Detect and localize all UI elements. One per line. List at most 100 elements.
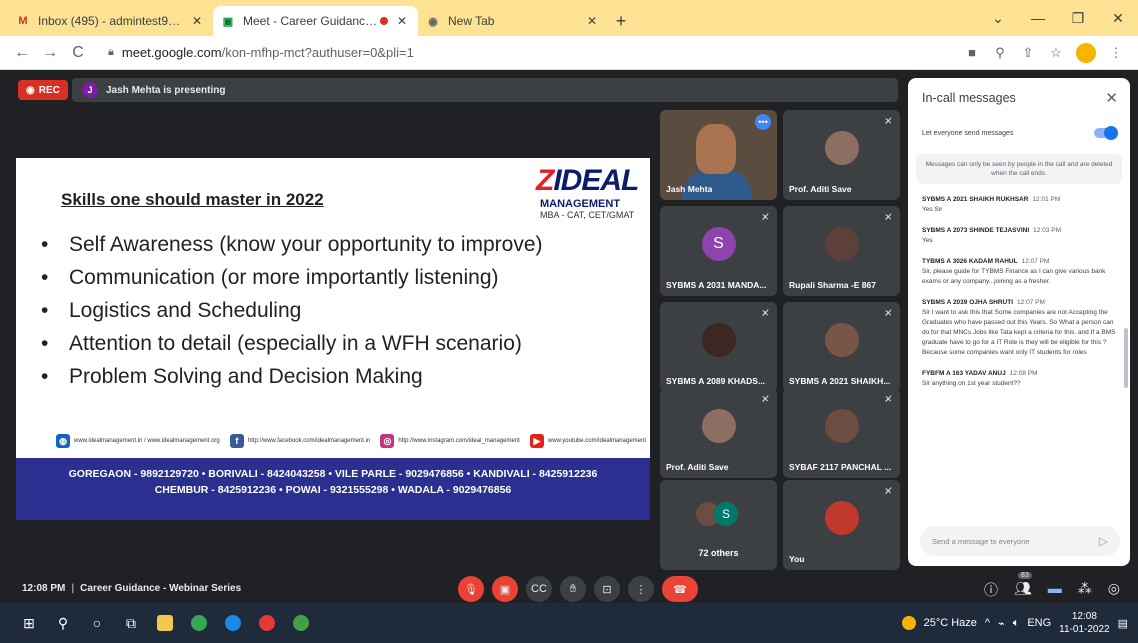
chrome-profile-icon[interactable] [250,603,284,643]
chat-icon[interactable]: ▬ [1048,580,1062,600]
more-options-icon[interactable]: ••• [755,114,771,130]
clock[interactable]: 12:08 11-01-2022 [1059,610,1109,636]
url-host: meet.google.com [121,45,222,60]
file-explorer-icon[interactable] [148,603,182,643]
bookmark-star-icon[interactable]: ☆ [1042,45,1070,61]
host-controls-icon[interactable]: ◎ [1108,580,1120,600]
message-input[interactable]: Send a message to everyone ▷ [920,526,1120,556]
more-options-button[interactable]: ⋮ [628,576,654,602]
address-bar[interactable]: 🔒︎ meet.google.com /kon-mfhp-mct?authuse… [100,39,950,66]
others-tile[interactable]: S 72 others [660,480,777,570]
instagram-icon: ◎ [380,434,395,448]
close-tab-icon[interactable]: ✕ [394,14,410,28]
tab-new-tab[interactable]: ◉ New Tab ✕ [418,6,608,36]
volume-icon[interactable]: 🔈︎ [1013,617,1020,630]
presenter-avatar: J [82,82,98,98]
self-tile[interactable]: ✕̸ You [783,480,900,570]
zoom-icon[interactable]: ⚲ [986,45,1014,61]
edge-icon[interactable] [216,603,250,643]
search-icon[interactable]: ⚲ [46,603,80,643]
avatar [824,130,859,165]
participant-name: Prof. Aditi Save [789,184,852,194]
weather-text[interactable]: 25°C Haze [924,617,977,629]
participant-video [696,124,736,174]
task-view-icon[interactable]: ⧉ [114,603,148,643]
list-item: SYBMS A 2039 OJHA SHRUTI 12:07 PM Sir I w… [922,299,1116,356]
tab-gmail[interactable]: M Inbox (495) - admintest9@dalmi ✕ [8,6,213,36]
leave-call-button[interactable]: ☎︎ [662,576,698,602]
camera-toggle-button[interactable]: ▣ [492,576,518,602]
minimize-button[interactable]: — [1018,10,1058,26]
url-path: /kon-mfhp-mct?authuser=0&pli=1 [221,45,414,60]
close-icon[interactable]: ✕ [1105,89,1118,107]
close-tab-icon[interactable]: ✕ [584,14,600,28]
social-links: ◍ www.idealmanagement.in / www.idealmanag… [56,434,646,448]
raise-hand-button[interactable]: ✋︎ [560,576,586,602]
mic-toggle-button[interactable]: 🎙︎ [458,576,484,602]
avatar: S [701,226,736,261]
chat-title: In-call messages [922,91,1016,105]
tab-search-icon[interactable]: ⌄ [978,10,1018,27]
windows-start-icon[interactable]: ⊞ [12,603,46,643]
forward-button[interactable]: → [36,44,64,62]
send-icon[interactable]: ▷ [1099,534,1108,548]
meeting-info: 12:08 PM | Career Guidance - Webinar Serie… [22,583,242,594]
lang-indicator[interactable]: ENG [1027,617,1051,629]
meet-stage: ◉ REC J Jash Mehta is presenting Skills … [0,70,1138,603]
browser-toolbar: ← → C 🔒︎ meet.google.com /kon-mfhp-mct?a… [0,36,1138,70]
close-window-button[interactable]: ✕ [1098,10,1138,27]
reload-button[interactable]: C [64,44,92,62]
youtube-icon: ▶ [529,434,544,448]
meeting-details-icon[interactable]: ⓘ [984,580,998,600]
share-icon[interactable]: ⇪ [1014,45,1042,61]
close-tab-icon[interactable]: ✕ [189,14,205,28]
participant-tile[interactable]: ✕̸ Prof. Aditi Save [660,388,777,478]
tray-chevron-icon[interactable]: ^ [985,617,990,629]
mic-off-icon: ✕̸ [761,212,769,222]
camera-in-use-icon[interactable]: ■ [958,45,986,60]
people-icon[interactable]: 👥︎ 83 [1014,572,1032,600]
mic-off-icon: ✕̸ [884,394,892,404]
chrome-app-icon[interactable] [284,603,318,643]
participant-tile[interactable]: ✕̸ S SYBMS A 2031 MANDA... [660,206,777,296]
record-icon: ◉ [26,84,35,96]
send-messages-toggle[interactable] [1094,126,1118,140]
maximize-button[interactable]: ❐ [1058,10,1098,27]
participant-tile[interactable]: ✕̸ Rupali Sharma -E 867 [783,206,900,296]
participant-tile[interactable]: ✕̸ SYBAF 2117 PANCHAL ... [783,388,900,478]
network-icon[interactable]: ⌁ [998,617,1005,630]
participant-name: Prof. Aditi Save [666,462,729,472]
notifications-icon[interactable]: ▤ [1118,617,1128,630]
participant-name: SYBMS A 2089 KHADS... [666,376,766,386]
cortana-icon[interactable]: ○ [80,603,114,643]
back-button[interactable]: ← [8,44,36,62]
instagram-link: ◎ http://www.instagram.com/ideal_manageme… [380,434,520,448]
captions-button[interactable]: CC [526,576,552,602]
side-panel-controls: ⓘ 👥︎ 83 ▬ ⁂ ◎ [984,572,1120,600]
participant-name: SYBMS A 2031 MANDA... [666,280,767,290]
others-count: 72 others [698,548,739,558]
participant-tile[interactable]: ✕̸ Prof. Aditi Save [783,110,900,200]
profile-avatar[interactable] [1076,42,1096,63]
slide-footer: ◍ www.idealmanagement.in / www.idealmanag… [16,430,650,520]
activities-icon[interactable]: ⁂ [1078,580,1092,600]
participant-tile[interactable]: ✕̸ SYBMS A 2021 SHAIKH... [783,302,900,392]
participant-tile[interactable]: ✕̸ SYBMS A 2089 KHADS... [660,302,777,392]
avatar [701,322,736,357]
window-controls: ⌄ — ❐ ✕ [978,0,1138,36]
meeting-time: 12:08 PM [22,583,66,594]
tab-meet[interactable]: ▣ Meet - Career Guidance - W ✕ [213,6,418,36]
mic-off-icon: ✕̸ [884,308,892,318]
message-list[interactable]: SYBMS A 2021 SHAIKH RUKHSAR 12:01 PM Yes … [908,190,1130,508]
avatar [824,408,859,443]
participant-name: Jash Mehta [666,184,713,194]
chat-scrollbar[interactable] [1124,328,1128,388]
present-now-button[interactable]: ⊡ [594,576,620,602]
new-tab-button[interactable]: + [608,6,634,36]
facebook-link: f http://www.facebook.com/idealmanagement… [229,434,370,448]
participant-tile-video[interactable]: ••• Jash Mehta [660,110,777,200]
call-controls: 🎙︎ ▣ CC ✋︎ ⊡ ⋮ ☎︎ [458,576,698,602]
list-item: Self Awareness (know your opportunity to… [41,228,543,261]
browser-menu-icon[interactable]: ⋮ [1102,45,1130,61]
chrome-taskbar-icon[interactable] [182,603,216,643]
